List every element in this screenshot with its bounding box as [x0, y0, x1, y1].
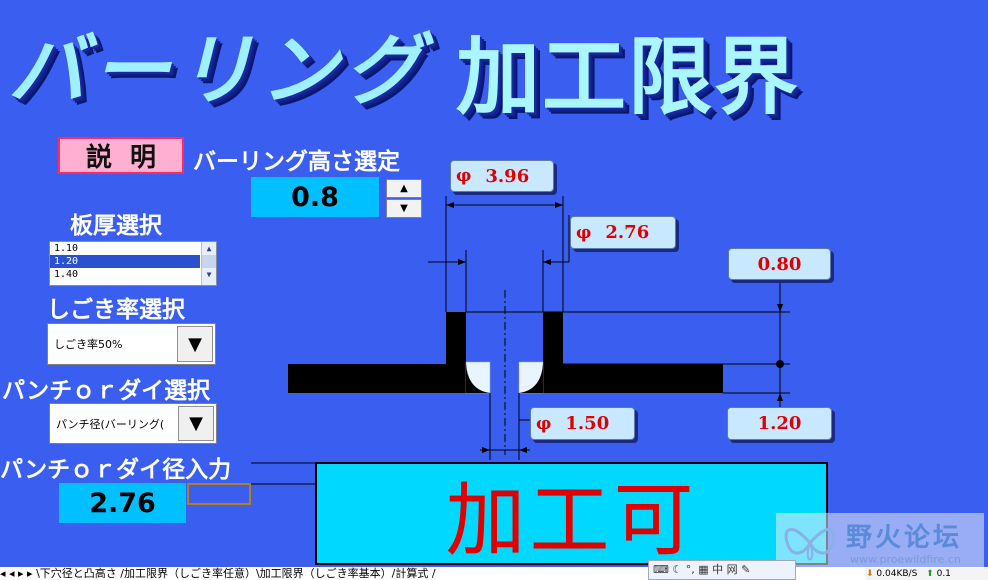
watermark-name: 野火论坛 [846, 523, 963, 553]
download-arrow-icon: ⬇ [866, 569, 874, 579]
watermark-url: www.proewildfire.cn [850, 553, 961, 566]
result-text: 加工可 [445, 473, 698, 567]
upload-speed: 0.1 [936, 569, 951, 579]
upload-arrow-icon: ⬆ [926, 569, 934, 579]
phi-symbol: φ [576, 222, 592, 243]
inner-diameter-callout: φ 2.76 [570, 216, 676, 249]
outer-diameter-value: 3.96 [485, 165, 530, 187]
download-speed: 0.04KB/S [876, 569, 918, 579]
hole-diameter-callout: φ 1.50 [530, 407, 635, 440]
sheet-tab-bar[interactable]: ◂ ◂ ▸ ▸ \下穴径と凸高さ /加工限界（しごき率任意）\加工限界（しごき率… [0, 567, 988, 580]
outer-diameter-callout: φ 3.96 [450, 160, 554, 192]
result-box: 加工可 [315, 462, 828, 567]
phi-symbol: φ [456, 166, 472, 186]
ime-toolbar[interactable]: ⌨ ☾ °, ▦ 中 网 ✎ [648, 560, 796, 580]
network-status: ⬇ 0.04KB/S ⬆ 0.1 [866, 568, 988, 580]
height-callout: 0.80 [728, 248, 831, 280]
thickness-callout: 1.20 [727, 407, 832, 440]
thickness-value: 1.20 [757, 413, 802, 434]
inner-diameter-value: 2.76 [605, 222, 650, 243]
height-value: 0.80 [757, 253, 802, 275]
hole-diameter-value: 1.50 [565, 413, 610, 434]
phi-symbol: φ [536, 413, 552, 434]
